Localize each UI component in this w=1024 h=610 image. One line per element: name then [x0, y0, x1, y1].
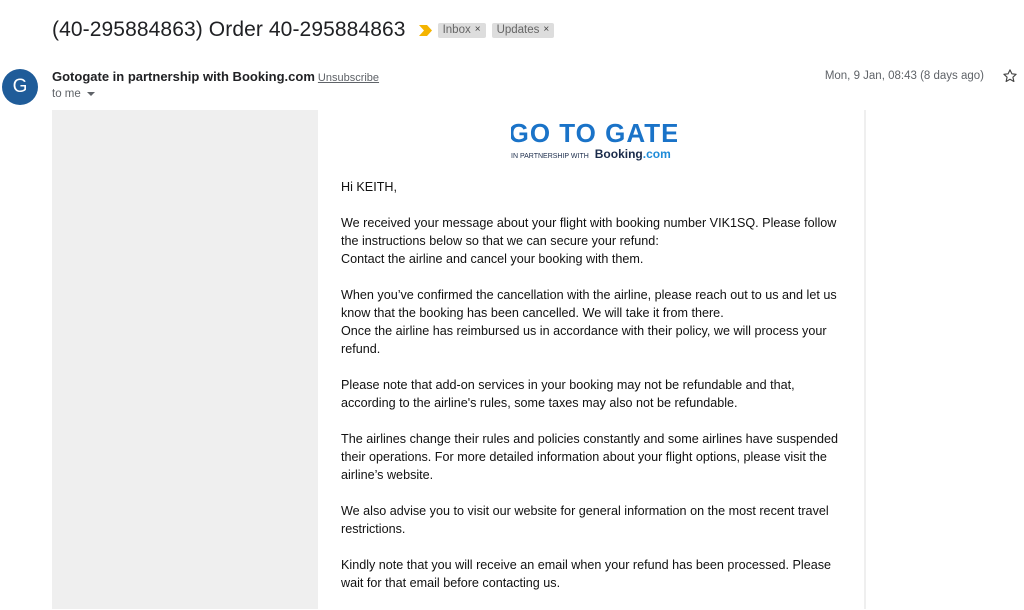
email-content: GO TO GATE IN PARTNERSHIP WITH Booking.c…: [318, 110, 864, 609]
sender-avatar[interactable]: G: [2, 69, 38, 105]
email-subject: (40-295884863) Order 40-295884863: [52, 18, 406, 41]
remove-label-icon[interactable]: ×: [475, 24, 481, 35]
email-paragraph: We also advise you to visit our website …: [341, 504, 829, 536]
important-marker-icon[interactable]: [418, 24, 432, 36]
email-paragraph: Kindly note that you will receive an ema…: [341, 558, 832, 590]
remove-label-icon[interactable]: ×: [543, 24, 549, 35]
logo-partnership: IN PARTNERSHIP WITH: [511, 153, 589, 160]
label-chip-updates[interactable]: Updates ×: [491, 22, 555, 38]
logo-wordmark: GO TO GATE: [511, 118, 677, 148]
sender-name[interactable]: Gotogate in partnership with Booking.com: [52, 69, 315, 84]
email-greeting: Hi KEITH,: [341, 180, 397, 194]
gotogate-logo[interactable]: GO TO GATE IN PARTNERSHIP WITH Booking.c…: [511, 118, 677, 162]
label-chip-inbox[interactable]: Inbox ×: [437, 22, 486, 38]
recipient-details-toggle[interactable]: to me: [52, 88, 95, 100]
avatar-letter: G: [12, 76, 28, 97]
label-chip-text: Inbox: [442, 23, 471, 36]
logo-booking: Booking: [595, 147, 643, 161]
email-body: Hi KEITH, We received your message about…: [341, 178, 851, 610]
email-paragraph: When you’ve confirmed the cancellation w…: [341, 288, 837, 356]
recipient-label: to me: [52, 88, 81, 100]
svg-text:IN PARTNERSHIP WITH Book: IN PARTNERSHIP WITH Booking.com: [511, 147, 671, 161]
star-icon[interactable]: [1002, 68, 1018, 84]
subject-row: (40-295884863) Order 40-295884863 Inbox …: [52, 14, 555, 46]
message-timestamp: Mon, 9 Jan, 08:43 (8 days ago): [824, 70, 984, 82]
chevron-down-icon[interactable]: [86, 92, 95, 96]
email-paragraph: Please note that add-on services in your…: [341, 378, 795, 410]
email-paragraph: We received your message about your flig…: [341, 216, 837, 266]
email-paragraph: The airlines change their rules and poli…: [341, 432, 839, 482]
label-chip-text: Updates: [496, 23, 540, 36]
logo-booking-suffix: .com: [643, 147, 671, 161]
unsubscribe-link[interactable]: Unsubscribe: [318, 72, 379, 84]
sender-row: Gotogate in partnership with Booking.com…: [52, 69, 379, 84]
